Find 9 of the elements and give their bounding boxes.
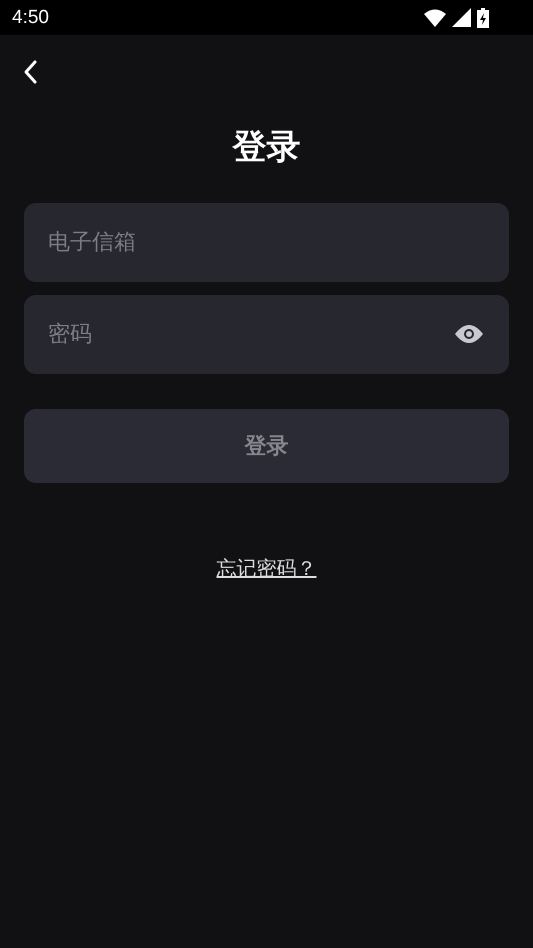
eye-icon[interactable] bbox=[455, 325, 483, 343]
page-title: 登录 bbox=[231, 127, 302, 167]
password-field[interactable]: 密码 bbox=[24, 295, 509, 374]
forgot-password-link[interactable]: 忘记密码？ bbox=[216, 555, 316, 582]
status-time: 4:50 bbox=[12, 6, 49, 28]
wifi-icon bbox=[424, 8, 446, 26]
signal-icon bbox=[452, 8, 471, 27]
email-field[interactable]: 电子信箱 bbox=[24, 203, 509, 282]
battery-icon bbox=[477, 8, 489, 28]
